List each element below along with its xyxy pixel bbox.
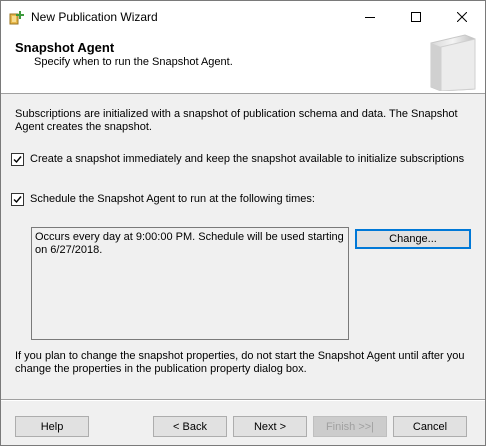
cancel-button[interactable]: Cancel xyxy=(393,416,467,437)
schedule-agent-label: Schedule the Snapshot Agent to run at th… xyxy=(30,193,315,205)
description-text: Subscriptions are initialized with a sna… xyxy=(15,108,458,133)
title-bar[interactable]: New Publication Wizard xyxy=(1,1,485,32)
wizard-app-icon xyxy=(9,9,25,25)
next-button[interactable]: Next > xyxy=(233,416,307,437)
note-text: If you plan to change the snapshot prope… xyxy=(15,350,465,375)
schedule-agent-option[interactable]: Schedule the Snapshot Agent to run at th… xyxy=(11,192,315,206)
minimize-icon xyxy=(365,16,375,18)
schedule-description-box: Occurs every day at 9:00:00 PM. Schedule… xyxy=(31,227,349,340)
check-icon xyxy=(13,195,22,203)
create-snapshot-option[interactable]: Create a snapshot immediately and keep t… xyxy=(11,152,464,166)
back-button[interactable]: < Back xyxy=(153,416,227,437)
minimize-button[interactable] xyxy=(347,1,393,32)
page-subtitle: Specify when to run the Snapshot Agent. xyxy=(34,56,233,68)
close-icon xyxy=(457,11,467,22)
finish-button[interactable]: Finish >>| xyxy=(313,416,387,437)
help-button[interactable]: Help xyxy=(15,416,89,437)
book-graphic-icon xyxy=(425,33,481,92)
schedule-agent-checkbox[interactable] xyxy=(11,192,24,206)
create-snapshot-label: Create a snapshot immediately and keep t… xyxy=(30,153,465,165)
change-schedule-button[interactable]: Change... xyxy=(355,229,471,249)
footer-divider xyxy=(1,399,485,401)
maximize-icon xyxy=(411,11,421,22)
page-title: Snapshot Agent xyxy=(15,40,115,55)
window-title: New Publication Wizard xyxy=(31,10,158,24)
check-icon xyxy=(13,155,22,163)
close-button[interactable] xyxy=(439,1,485,32)
create-snapshot-checkbox[interactable] xyxy=(11,152,24,166)
wizard-window: New Publication Wizard Snapshot Agent Sp… xyxy=(0,0,486,446)
wizard-header: Snapshot Agent Specify when to run the S… xyxy=(1,32,485,94)
maximize-button[interactable] xyxy=(393,1,439,32)
